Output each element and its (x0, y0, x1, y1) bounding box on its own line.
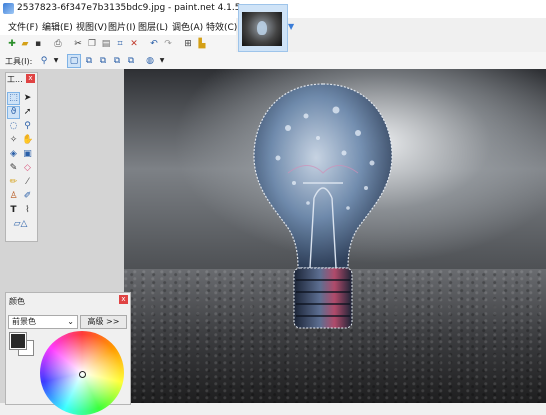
paste-icon[interactable]: ▤ (100, 38, 112, 50)
paint-net-logo-icon (3, 3, 14, 14)
bulb-base (293, 267, 353, 329)
lightbulb-image (253, 83, 393, 329)
move-selection-tool-icon[interactable]: ➤ (22, 93, 33, 104)
clone-stamp-tool-icon[interactable]: ♙ (8, 191, 19, 202)
selection-mode-exclude-icon[interactable]: ⧉ (97, 55, 109, 67)
move-selection-tool-alt-icon[interactable]: ➚ (22, 107, 33, 118)
color-picker-tool-icon[interactable]: ⁄ (22, 177, 33, 188)
copy-icon[interactable]: ❐ (86, 38, 98, 50)
menu-view[interactable]: 视图(V) (76, 20, 107, 33)
shapes-tool-icon[interactable]: ▱△ (8, 219, 33, 230)
paintbrush-tool-icon[interactable]: ✎ (8, 163, 19, 174)
more-colors-button[interactable]: 高级 >> (80, 315, 127, 329)
menu-file[interactable]: 文件(F) (8, 20, 38, 33)
window-title: 2537823-6f347e7b3135bdc9.jpg - paint.net… (17, 3, 241, 13)
thumbnail-bulb-icon (257, 21, 267, 35)
menu-effects[interactable]: 特效(C) (206, 20, 237, 33)
zoom-tool-icon[interactable]: ⚲ (22, 121, 33, 132)
primary-color-swatch[interactable] (9, 332, 27, 350)
cut-icon[interactable]: ✂ (72, 38, 84, 50)
pan-tool-icon[interactable]: ✋ (22, 135, 33, 146)
tools-close-button[interactable]: x (26, 74, 35, 83)
ellipse-select-tool-icon[interactable]: ◌ (8, 121, 19, 132)
menu-layers[interactable]: 图层(L) (138, 20, 168, 33)
line-curve-tool-icon[interactable]: ⌇ (22, 205, 33, 216)
grid-icon[interactable]: ⊞ (182, 38, 194, 50)
eraser-tool-icon[interactable]: ◇ (22, 163, 33, 174)
text-tool-icon[interactable]: T (8, 205, 19, 216)
chevron-down-icon: ⌄ (67, 317, 74, 326)
tool-options-bar (0, 52, 546, 70)
selection-mode-replace-icon[interactable]: ▢ (67, 54, 81, 68)
save-icon[interactable]: ▪ (32, 38, 44, 50)
pencil-tool-icon[interactable]: ✏ (8, 177, 19, 188)
paint-bucket-tool-icon[interactable]: ◈ (8, 149, 19, 160)
bulb-glass (253, 83, 393, 269)
tool-label: 工具(I): (5, 57, 33, 66)
menu-edit[interactable]: 编辑(E) (42, 20, 73, 33)
color-mode-value: 前景色 (12, 317, 36, 326)
rectangle-select-tool-icon[interactable]: ⬚ (7, 92, 20, 105)
recolor-tool-icon[interactable]: ✐ (22, 191, 33, 202)
color-wheel-cursor[interactable] (79, 371, 86, 378)
colors-window-title: 颜色 (9, 297, 25, 306)
selection-mode-union-icon[interactable]: ⧉ (83, 55, 95, 67)
ruler-icon[interactable]: ▙ (196, 38, 208, 50)
tool-dropdown-icon[interactable]: ▼ (50, 55, 62, 67)
lasso-select-tool-icon[interactable]: ϑ (7, 106, 20, 119)
deselect-icon[interactable]: ✕ (128, 38, 140, 50)
redo-icon[interactable]: ↷ (162, 38, 174, 50)
tools-window-title: 工... (7, 75, 23, 84)
menu-image[interactable]: 图片(I) (108, 20, 136, 33)
magic-wand-tool-icon-2[interactable]: ✧ (8, 135, 19, 146)
selection-mode-xor-icon[interactable]: ⧉ (125, 55, 137, 67)
menu-adjustments[interactable]: 调色(A) (172, 20, 203, 33)
open-icon[interactable]: ▰ (19, 38, 31, 50)
magic-wand-tool-icon[interactable]: ⚲ (38, 55, 50, 67)
crop-icon[interactable]: ⌗ (114, 38, 126, 50)
undo-icon[interactable]: ↶ (148, 38, 160, 50)
color-mode-select[interactable]: 前景色 ⌄ (8, 315, 78, 329)
flood-mode-dropdown-icon[interactable]: ▼ (156, 55, 168, 67)
new-icon[interactable]: ✚ (6, 38, 18, 50)
selection-mode-intersect-icon[interactable]: ⧉ (111, 55, 123, 67)
flood-mode-icon[interactable]: ◍ (144, 55, 156, 67)
print-icon[interactable]: ⎙ (52, 38, 64, 50)
gradient-tool-icon[interactable]: ▣ (22, 149, 33, 160)
colors-close-button[interactable]: x (119, 295, 128, 304)
tab-dropdown-icon[interactable]: ▼ (288, 22, 294, 31)
